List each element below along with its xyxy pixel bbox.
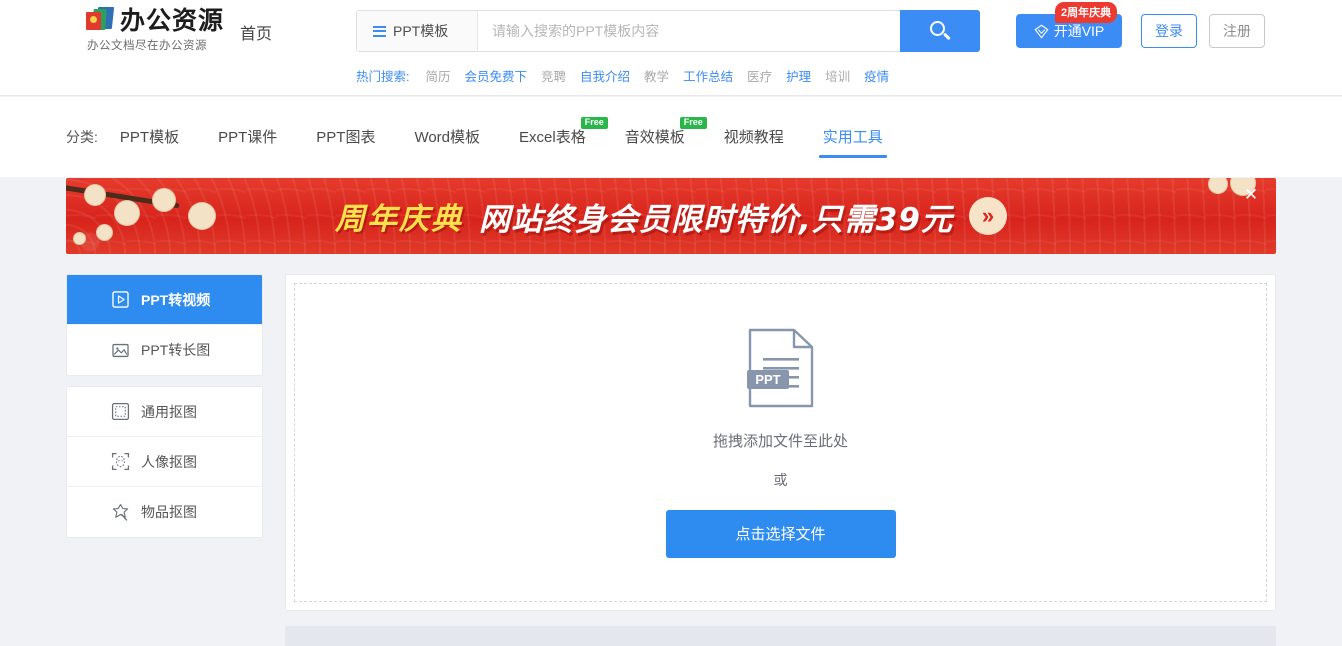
logo-subtitle: 办公文档尽在办公资源 (87, 40, 207, 52)
bottom-section-placeholder (285, 626, 1276, 646)
banner-arrow-icon[interactable]: » (968, 197, 1007, 235)
hot-search-item-4[interactable]: 教学 (644, 66, 669, 85)
magic-wand-icon (112, 503, 129, 521)
tools-sidebar: PPT转视频 PPT转长图 通用抠图 人像抠图 物品抠图 (66, 274, 263, 548)
search-button[interactable] (900, 10, 980, 52)
login-button[interactable]: 登录 (1141, 14, 1197, 48)
dropzone-or-text: 或 (773, 471, 788, 488)
search-input[interactable] (478, 11, 900, 51)
sidebar-item-ppt-to-longimage[interactable]: PPT转长图 (67, 325, 262, 375)
banner-text: 周年庆典 网站终身会员限时特价,只需39元 » (66, 178, 1276, 254)
nav-home[interactable]: 首页 (240, 20, 272, 44)
hot-search-item-7[interactable]: 护理 (786, 66, 811, 85)
sidebar-item-general-cutout-label: 通用抠图 (141, 403, 197, 420)
select-file-button[interactable]: 点击选择文件 (665, 509, 896, 558)
category-item-utilities[interactable]: 实用工具 (818, 110, 887, 165)
category-item-ppt-templates[interactable]: PPT模板 (120, 110, 179, 165)
sidebar-item-object-cutout[interactable]: 物品抠图 (67, 487, 262, 537)
site-header: 办公资源 办公文档尽在办公资源 首页 PPT模板 热门搜索: 简历 会员免费下 … (0, 0, 1342, 96)
dashed-square-icon (111, 402, 130, 421)
tools-group-cutout: 通用抠图 人像抠图 物品抠图 (66, 386, 263, 538)
hot-search-label: 热门搜索: (356, 70, 410, 84)
ppt-file-icon: PPT (746, 328, 815, 408)
search-bar: PPT模板 (356, 10, 980, 52)
diamond-icon (1034, 24, 1049, 39)
file-dropzone[interactable]: PPT 拖拽添加文件至此处 或 点击选择文件 (294, 283, 1267, 602)
sidebar-item-portrait-cutout[interactable]: 人像抠图 (67, 437, 262, 487)
dropzone-drag-text: 拖拽添加文件至此处 (712, 432, 848, 450)
hot-search-item-8[interactable]: 培训 (825, 66, 850, 85)
close-icon[interactable]: ✕ (1242, 186, 1260, 204)
hot-search-item-3[interactable]: 自我介绍 (580, 66, 630, 85)
category-item-excel-sheets[interactable]: Excel表格 Free (519, 110, 608, 165)
banner-message: 网站终身会员限时特价,只需39元 (479, 201, 953, 238)
hot-search-row: 热门搜索: 简历 会员免费下 竞聘 自我介绍 教学 工作总结 医疗 护理 培训 … (356, 66, 889, 85)
search-category-label: PPT模板 (393, 23, 449, 39)
category-list: 分类: PPT模板 PPT课件 PPT图表 Word模板 Excel表格 Fre… (66, 97, 1276, 177)
logo-title: 办公资源 (120, 5, 225, 35)
vip-anniversary-badge: 2周年庆典 (1055, 2, 1118, 23)
category-label: 分类: (66, 129, 98, 145)
hamburger-icon (373, 25, 386, 37)
site-logo[interactable]: 办公资源 办公文档尽在办公资源 (86, 7, 224, 53)
hot-search-item-6[interactable]: 医疗 (747, 66, 772, 85)
hot-search-item-0[interactable]: 简历 (425, 66, 450, 85)
books-logo-icon (86, 7, 115, 33)
category-item-ppt-courseware[interactable]: PPT课件 (218, 110, 277, 165)
hot-search-item-9[interactable]: 疫情 (864, 66, 889, 85)
image-icon (112, 343, 129, 357)
sidebar-item-object-cutout-label: 物品抠图 (141, 504, 197, 520)
category-item-word-templates[interactable]: Word模板 (414, 110, 480, 165)
open-vip-label: 开通VIP (1053, 23, 1105, 39)
main-panel: PPT 拖拽添加文件至此处 或 点击选择文件 (285, 274, 1276, 611)
free-badge-excel: Free (580, 116, 608, 129)
banner-highlight: 周年庆典 (335, 202, 464, 237)
category-item-ppt-charts[interactable]: PPT图表 (316, 110, 375, 165)
category-bar: 分类: PPT模板 PPT课件 PPT图表 Word模板 Excel表格 Fre… (0, 97, 1342, 177)
sidebar-item-ppt-to-longimage-label: PPT转长图 (141, 342, 211, 358)
category-item-audio-templates-label: 音效模板 (624, 128, 685, 146)
promo-banner[interactable]: 周年庆典 网站终身会员限时特价,只需39元 » ✕ (66, 178, 1276, 254)
hot-search-item-1[interactable]: 会员免费下 (465, 66, 528, 85)
sidebar-item-portrait-cutout-label: 人像抠图 (141, 453, 197, 470)
sidebar-item-ppt-to-video-label: PPT转视频 (141, 291, 211, 308)
free-badge-audio: Free (679, 116, 707, 129)
play-box-icon (112, 291, 129, 308)
tools-group-convert: PPT转视频 PPT转长图 (66, 274, 263, 376)
sidebar-item-ppt-to-video[interactable]: PPT转视频 (67, 275, 262, 325)
category-item-excel-sheets-label: Excel表格 (519, 128, 586, 146)
search-category-selector[interactable]: PPT模板 (357, 11, 478, 51)
portrait-cutout-icon (111, 452, 130, 471)
category-item-video-tutorials[interactable]: 视频教程 (724, 110, 784, 165)
hot-search-item-2[interactable]: 竞聘 (541, 66, 566, 85)
logo-row: 办公资源 (86, 7, 224, 33)
sidebar-item-general-cutout[interactable]: 通用抠图 (67, 387, 262, 437)
ppt-file-icon-label: PPT (755, 372, 780, 387)
hot-search-item-5[interactable]: 工作总结 (683, 66, 733, 85)
search-icon (929, 20, 951, 42)
register-button[interactable]: 注册 (1209, 14, 1265, 48)
category-item-audio-templates[interactable]: 音效模板 Free (624, 110, 707, 165)
